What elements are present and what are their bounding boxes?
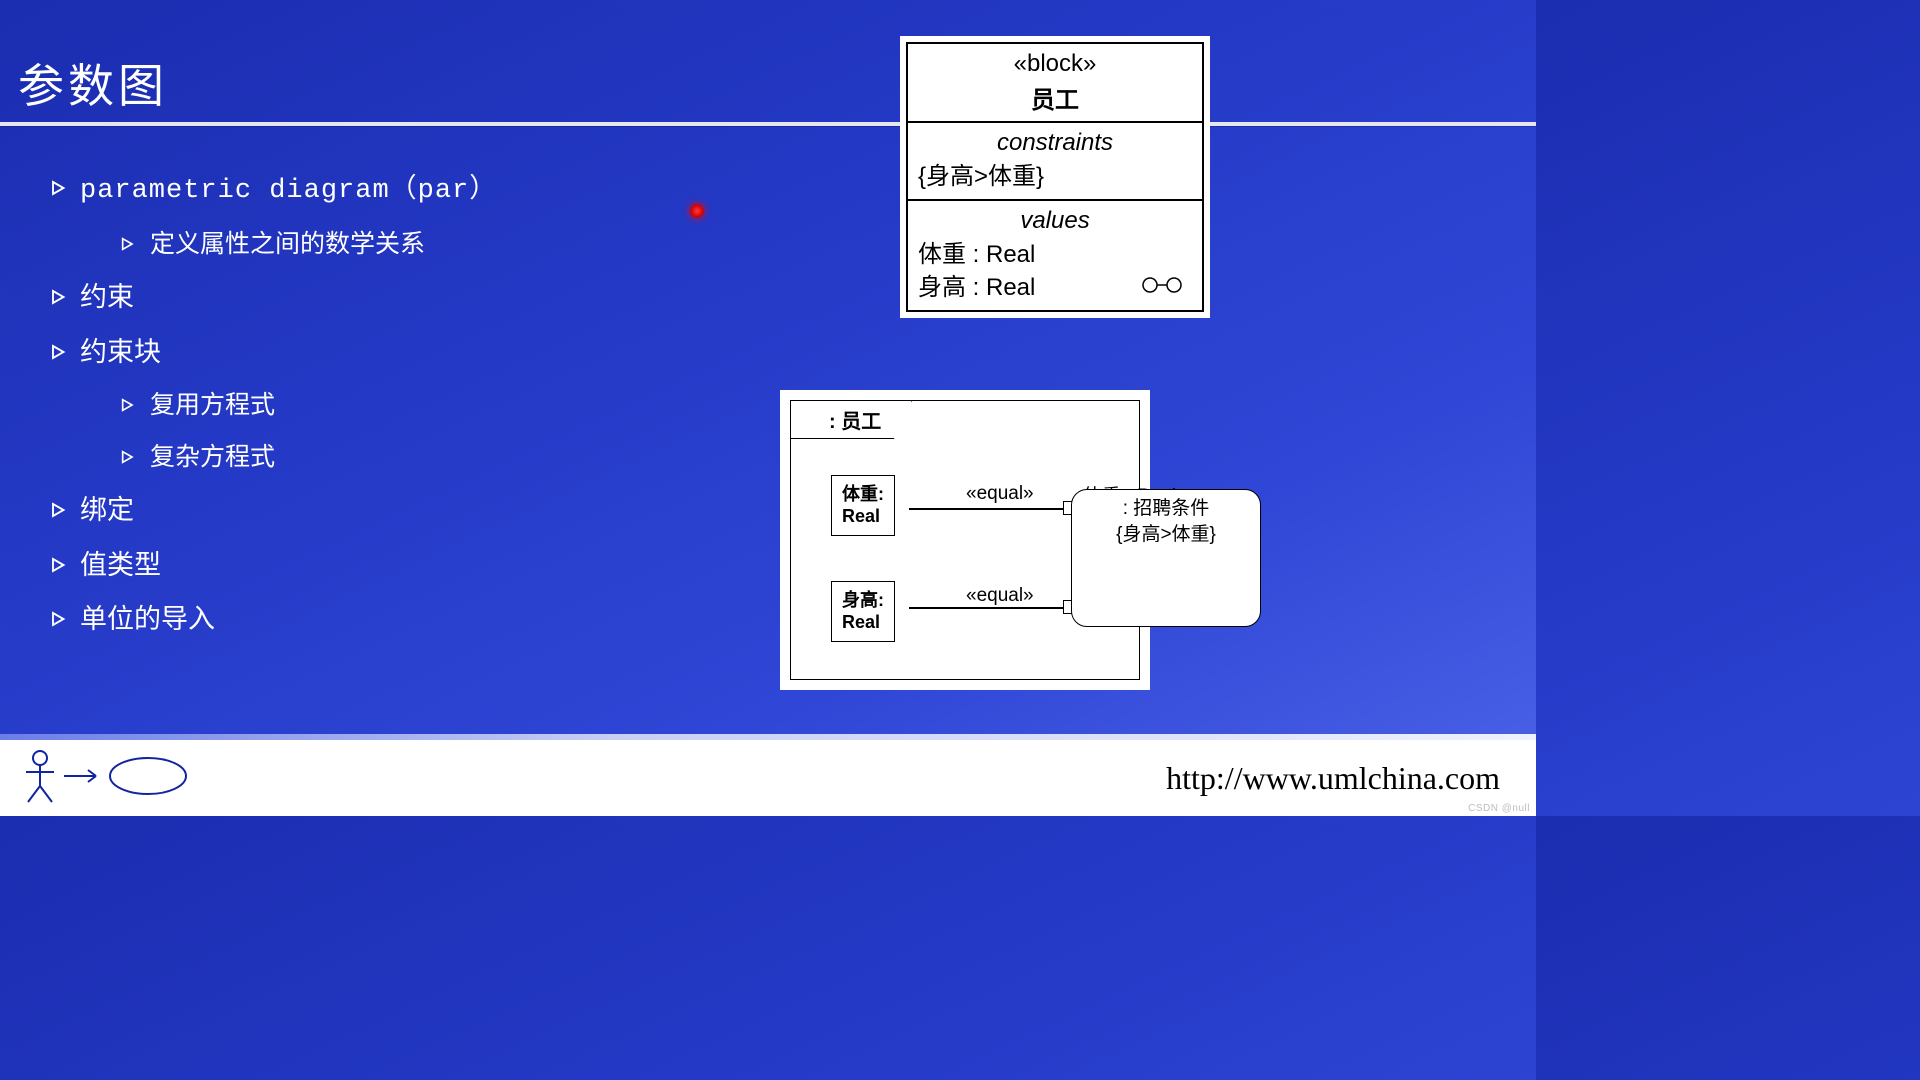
glasses-icon (1140, 274, 1184, 300)
bullet-item: 复用方程式 (120, 390, 690, 420)
bullet-text: 约束 (80, 281, 134, 313)
block-constraint-line: {身高>体重} (918, 161, 1192, 193)
binding-stereotype: «equal» (966, 585, 1034, 607)
block-section-title: values (918, 207, 1192, 235)
bullet-text: 约束块 (80, 336, 161, 368)
watermark: CSDN @null (1468, 803, 1530, 814)
bullet-item: 值类型 (50, 549, 690, 581)
bullet-item: parametric diagram（par） (50, 172, 690, 207)
block-value-line: 体重 : Real (918, 239, 1192, 271)
bullet-list: parametric diagram（par） 定义属性之间的数学关系 约束 约… (50, 150, 690, 635)
footer: http://www.umlchina.com (0, 740, 1536, 816)
bullet-item: 绑定 (50, 494, 690, 526)
constraint-expr: {身高>体重} (1084, 522, 1248, 548)
bullet-item: 定义属性之间的数学关系 (120, 229, 690, 259)
arrow-icon (50, 281, 80, 313)
value-box-type: Real (842, 506, 884, 528)
bullet-text: 绑定 (80, 494, 134, 526)
par-frame-label: : 员工 (790, 400, 912, 439)
block-section-title: constraints (918, 129, 1192, 157)
arrow-icon (120, 390, 150, 420)
arrow-icon (50, 549, 80, 581)
arrow-icon (50, 172, 80, 204)
bullet-text: 复杂方程式 (150, 442, 275, 472)
bullet-item: 约束 (50, 281, 690, 313)
bullet-item: 单位的导入 (50, 603, 690, 635)
slide-title: 参数图 (18, 50, 168, 116)
block-stereotype: «block» (918, 50, 1192, 78)
value-box-height: 身高: Real (831, 581, 895, 642)
parametric-diagram: : 员工 体重: Real 身高: Real «equal» 体重 : Real… (780, 390, 1150, 690)
laser-pointer-icon (690, 204, 704, 218)
constraint-name: : 招聘条件 (1084, 496, 1248, 522)
bullet-item: 约束块 (50, 336, 690, 368)
arrow-icon (120, 442, 150, 472)
binding-stereotype: «equal» (966, 483, 1034, 505)
constraint-block: : 招聘条件 {身高>体重} (1071, 489, 1261, 627)
arrow-icon (50, 494, 80, 526)
footer-url: http://www.umlchina.com (1166, 760, 1500, 797)
value-box-label: 身高: (842, 590, 884, 612)
bullet-text: parametric diagram（par） (80, 175, 497, 207)
binding-connector (909, 607, 1071, 609)
value-box-type: Real (842, 612, 884, 634)
bullet-text: 复用方程式 (150, 390, 275, 420)
bullet-text: 定义属性之间的数学关系 (150, 229, 425, 259)
arrow-icon (50, 336, 80, 368)
binding-connector (909, 508, 1071, 510)
value-box-weight: 体重: Real (831, 475, 895, 536)
title-divider (0, 122, 1536, 126)
bullet-text: 单位的导入 (80, 603, 215, 635)
bullet-item: 复杂方程式 (120, 442, 690, 472)
actor-usecase-icon (18, 748, 218, 809)
block-name: 员工 (918, 80, 1192, 115)
block-diagram: «block» 员工 constraints {身高>体重} values 体重… (900, 36, 1210, 318)
arrow-icon (50, 603, 80, 635)
bullet-text: 值类型 (80, 549, 161, 581)
arrow-icon (120, 229, 150, 259)
value-box-label: 体重: (842, 484, 884, 506)
